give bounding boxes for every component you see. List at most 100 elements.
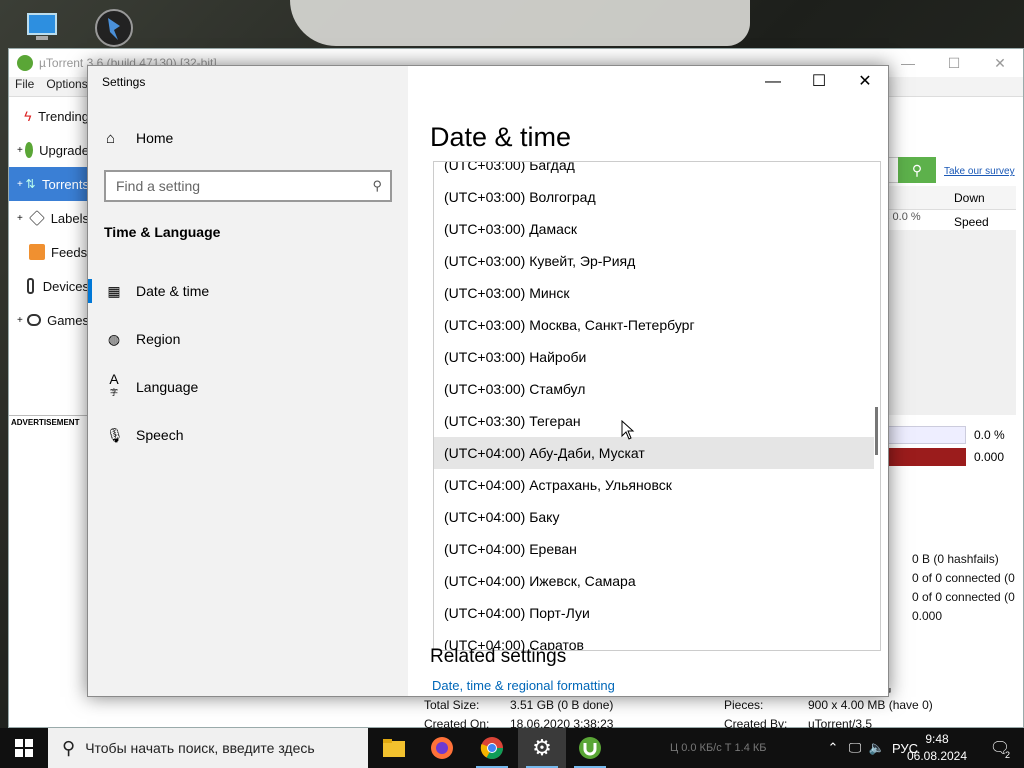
expand-toggle[interactable]: +: [17, 179, 24, 190]
regional-formatting-link[interactable]: Date, time & regional formatting: [432, 678, 615, 693]
timezone-option[interactable]: (UTC+04:00) Астрахань, Ульяновск: [434, 469, 874, 501]
utorrent-sidebar: ϟ Trending + Upgrade + ⇅ Torrents + Labels Fe…: [9, 99, 89, 461]
settings-nav-pane: Settings ⌂ Home Find a setting ⚲ Time & …: [88, 66, 408, 696]
notification-count: 2: [1004, 750, 1010, 760]
info-peers-connected: 0 of 0 connected (0: [912, 590, 1015, 604]
nav-item-region[interactable]: ◍ Region: [88, 319, 408, 359]
info-hashfails: 0 B (0 hashfails): [912, 552, 999, 566]
volume-icon[interactable]: 🔈: [866, 740, 888, 756]
calendar-clock-icon: ▦: [107, 282, 121, 299]
sidebar-item-labels[interactable]: + Labels: [9, 201, 89, 235]
torrent-list-empty-area: [880, 230, 1016, 415]
timezone-list-items: (UTC+03:00) Багдад (UTC+03:00) Волгоград(…: [434, 162, 874, 650]
torrent-row-value: s 0.0 %: [884, 211, 921, 223]
taskbar: ⚲ Чтобы начать поиск, введите здесь ⚙ Ц …: [0, 728, 1024, 768]
timezone-option[interactable]: (UTC+04:00) Ереван: [434, 533, 874, 565]
expand-toggle[interactable]: +: [17, 145, 23, 156]
torrents-icon: ⇅: [25, 177, 36, 191]
windows-logo-icon: [15, 739, 33, 757]
taskbar-search-box[interactable]: ⚲ Чтобы начать поиск, введите здесь: [48, 728, 368, 768]
clock-date: 06.08.2024: [906, 749, 968, 763]
taskbar-firefox[interactable]: [418, 728, 466, 768]
timezone-option[interactable]: (UTC+03:00) Кувейт, Эр-Рияд: [434, 245, 874, 277]
related-settings-heading: Related settings: [430, 646, 567, 667]
timezone-option[interactable]: (UTC+03:00) Москва, Санкт-Петербург: [434, 309, 874, 341]
menu-file[interactable]: File: [15, 77, 34, 96]
network-icon[interactable]: 🖵: [844, 740, 866, 756]
timezone-option[interactable]: (UTC+03:00) Минск: [434, 277, 874, 309]
maximize-button[interactable]: ☐: [931, 49, 977, 77]
nav-item-date-time[interactable]: ▦ Date & time: [88, 271, 408, 311]
utorrent-icon: [24, 142, 34, 158]
timezone-option[interactable]: (UTC+03:00) Волгоград: [434, 181, 874, 213]
sidebar-item-feeds[interactable]: Feeds: [9, 235, 89, 269]
lightning-icon: ϟ: [24, 108, 32, 124]
nav-item-speech[interactable]: 🎙 Speech: [88, 415, 408, 455]
timezone-option[interactable]: (UTC+03:00) Багдад: [434, 162, 874, 181]
advertisement-label: ADVERTISEMENT: [11, 418, 80, 427]
this-pc-desktop-icon[interactable]: [22, 8, 66, 52]
taskbar-utorrent[interactable]: [566, 728, 614, 768]
taskbar-chrome[interactable]: [468, 728, 516, 768]
settings-window-title: Settings: [102, 75, 146, 89]
sidebar-item-upgrade[interactable]: + Upgrade: [9, 133, 89, 167]
expand-toggle[interactable]: +: [17, 315, 25, 326]
timezone-dropdown-list[interactable]: (UTC+03:00) Багдад (UTC+03:00) Волгоград(…: [433, 161, 881, 651]
maximize-button[interactable]: ☐: [796, 66, 842, 98]
timezone-option[interactable]: (UTC+03:30) Тегеран: [434, 405, 874, 437]
nav-item-label: Date & time: [136, 283, 210, 299]
nav-item-language[interactable]: A字 Language: [88, 367, 408, 407]
nav-item-label: Language: [136, 379, 199, 395]
taskbar-clock[interactable]: 9:48 06.08.2024: [898, 731, 976, 765]
rss-icon: [29, 244, 45, 260]
utorrent-icon: [579, 737, 601, 759]
search-placeholder: Find a setting: [116, 178, 201, 194]
taskbar-file-explorer[interactable]: [370, 728, 418, 768]
device-icon: [26, 278, 34, 294]
chrome-icon: [480, 737, 503, 759]
utorrent-search-button[interactable]: ⚲: [898, 157, 936, 183]
taskbar-settings[interactable]: ⚙: [518, 728, 566, 768]
close-button[interactable]: ✕: [842, 66, 888, 98]
minimize-button[interactable]: —: [885, 49, 931, 77]
label-icon: [28, 210, 45, 226]
chevron-up-icon[interactable]: ⌃: [822, 740, 844, 756]
nav-item-label: Region: [136, 331, 181, 347]
progress-value: 0.0 %: [974, 428, 1005, 442]
menu-options[interactable]: Options: [46, 77, 87, 96]
sidebar-item-label: Torrents: [42, 176, 89, 192]
sidebar-item-games[interactable]: + Games: [9, 303, 89, 337]
start-button[interactable]: [0, 728, 48, 768]
action-center-button[interactable]: 🗨 2: [976, 728, 1024, 768]
timezone-option[interactable]: (UTC+03:00) Найроби: [434, 341, 874, 373]
network-speed: Ц 0.0 КБ/с Т 1.4 КБ: [670, 742, 767, 754]
timezone-option[interactable]: (UTC+04:00) Абу-Даби, Мускат: [434, 437, 874, 469]
sidebar-item-label: Devices: [42, 278, 89, 294]
timezone-option[interactable]: (UTC+04:00) Ижевск, Самара: [434, 565, 874, 597]
survey-link[interactable]: Take our survey: [944, 166, 1015, 177]
close-button[interactable]: ✕: [977, 49, 1023, 77]
game-desktop-icon[interactable]: [92, 6, 136, 50]
find-setting-input[interactable]: Find a setting ⚲: [104, 170, 392, 202]
home-icon: ⌂: [106, 129, 116, 147]
sidebar-item-torrents[interactable]: + ⇅ Torrents: [9, 167, 89, 201]
mouse-cursor-icon: [621, 420, 635, 440]
scrollbar-thumb[interactable]: [875, 407, 878, 455]
progress-bar-downloaded: [880, 426, 966, 444]
total-size-label: Total Size:: [424, 698, 480, 712]
timezone-option[interactable]: (UTC+03:00) Стамбул: [434, 373, 874, 405]
sidebar-item-label: Feeds: [51, 244, 88, 260]
column-header-label: Down Speed: [954, 191, 989, 229]
column-header-down-speed[interactable]: Down Speed: [880, 186, 1016, 229]
timezone-option[interactable]: (UTC+04:00) Баку: [434, 501, 874, 533]
sidebar-item-devices[interactable]: Devices: [9, 269, 89, 303]
info-share-ratio: 0.000: [912, 609, 943, 623]
pieces-label: Pieces:: [724, 698, 764, 712]
timezone-option[interactable]: (UTC+03:00) Дамаск: [434, 213, 874, 245]
minimize-button[interactable]: —: [750, 66, 796, 98]
expand-toggle[interactable]: +: [17, 213, 27, 224]
timezone-option[interactable]: (UTC+04:00) Порт-Луи: [434, 597, 874, 629]
progress-bars: 0.0 % 0.000: [880, 420, 1016, 470]
home-nav-item[interactable]: ⌂ Home: [88, 122, 408, 154]
sidebar-item-trending[interactable]: ϟ Trending: [9, 99, 89, 133]
